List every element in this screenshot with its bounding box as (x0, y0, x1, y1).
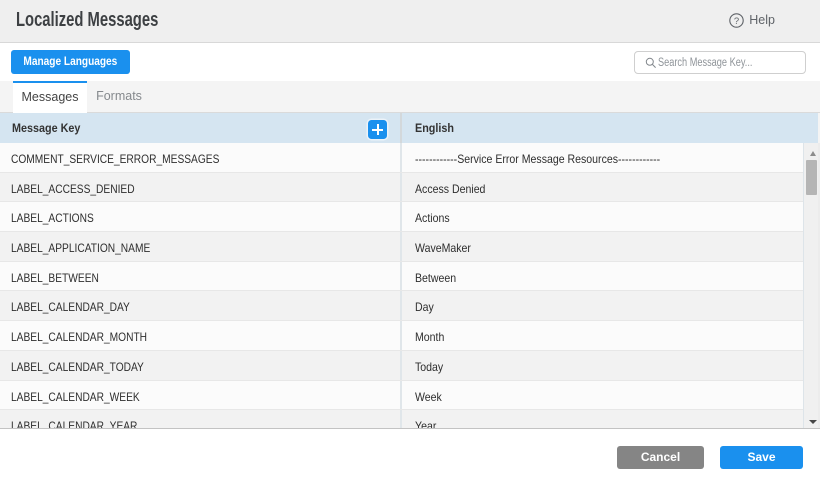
svg-text:?: ? (734, 16, 739, 27)
